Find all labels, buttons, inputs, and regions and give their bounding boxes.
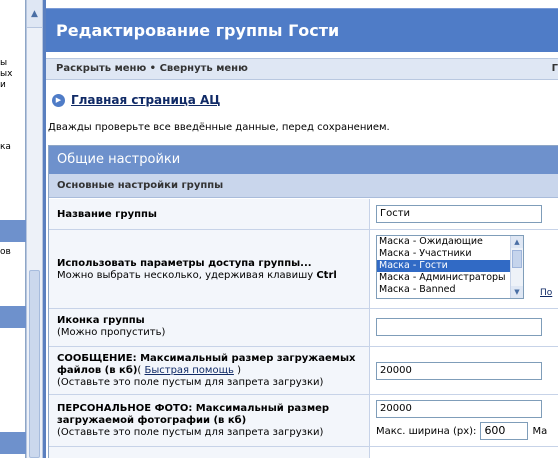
left-sidebar: ы ых и ка ов	[0, 0, 26, 458]
scroll-up-icon[interactable]: ▲	[511, 236, 523, 248]
listbox-option-selected[interactable]: Маска - Гости	[377, 260, 511, 272]
sidebar-text-fragment: ы	[0, 58, 8, 68]
expand-menu-link[interactable]: Раскрыть меню	[56, 63, 146, 74]
menu-right-fragment[interactable]: Г	[552, 59, 558, 79]
sidebar-text-fragment: ов	[0, 247, 11, 257]
listbox-option[interactable]: Маска - Ожидающие	[377, 236, 511, 248]
icon-input[interactable]	[376, 318, 542, 336]
sidebar-text-fragment: ых	[0, 69, 13, 79]
message-hint: (Оставьте это поле пустым для запрета за…	[57, 377, 324, 388]
access-listbox[interactable]: Маска - Ожидающие Маска - Участники Маск…	[376, 235, 524, 299]
icon-hint: (Можно пропустить)	[57, 327, 166, 338]
message-size-input[interactable]: 20000	[376, 362, 542, 380]
settings-panel: Общие настройки Основные настройки групп…	[48, 145, 558, 458]
ctrl-key: Ctrl	[316, 270, 337, 281]
group-name-input[interactable]: Гости	[376, 205, 542, 223]
menu-separator: •	[149, 63, 157, 74]
sidebar-scrollbar[interactable]: ▲	[26, 0, 43, 458]
page-title: Редактирование группы Гости	[46, 8, 558, 52]
play-arrow-icon: ▶	[52, 93, 65, 107]
scrollbar-thumb[interactable]	[512, 250, 522, 268]
scrollbar-thumb[interactable]	[29, 270, 40, 458]
quick-help-link[interactable]: Быстрая помощь	[145, 365, 234, 376]
section-title: Общие настройки	[49, 146, 558, 174]
photo-size-input[interactable]: 20000	[376, 400, 542, 418]
photo-hint: (Оставьте это поле пустым для запрета за…	[57, 427, 324, 438]
photo-row: ПЕРСОНАЛЬНОЕ ФОТО: Максимальный размер з…	[49, 395, 558, 447]
sidebar-section-band[interactable]	[0, 306, 26, 328]
sidebar-section-band[interactable]	[0, 220, 26, 242]
listbox-scrollbar[interactable]: ▲ ▼	[510, 236, 523, 298]
home-link-label[interactable]: Главная страница АЦ	[71, 93, 220, 107]
sidebar-section-band[interactable]	[0, 432, 26, 454]
access-side-link[interactable]: По	[540, 288, 552, 298]
save-note: Дважды проверьте все введённые данные, п…	[48, 122, 390, 133]
listbox-option[interactable]: Маска - Banned	[377, 284, 511, 296]
icon-label: Иконка группы	[57, 315, 145, 326]
menu-bar: Раскрыть меню • Свернуть меню Г	[46, 58, 558, 80]
sidebar-text-fragment: и	[0, 80, 6, 90]
photo-label: ПЕРСОНАЛЬНОЕ ФОТО: Максимальный размер з…	[57, 403, 330, 426]
access-label: Использовать параметры доступа группы...	[57, 258, 312, 269]
access-row: Использовать параметры доступа группы...…	[49, 230, 558, 309]
access-hint: Можно выбрать несколько, удерживая клави…	[57, 270, 337, 281]
message-row: СООБЩЕНИЕ: Максимальный размер загружаем…	[49, 347, 558, 395]
icon-row: Иконка группы (Можно пропустить)	[49, 309, 558, 347]
home-link[interactable]: ▶ Главная страница АЦ	[52, 93, 220, 107]
listbox-option[interactable]: Маска - Участники	[377, 248, 511, 260]
group-name-label: Название группы	[57, 209, 157, 220]
max-width-input[interactable]: 600	[480, 422, 529, 440]
next-row	[49, 447, 558, 458]
max-width-label: Макс. ширина (px):	[376, 425, 477, 437]
main-content: Редактирование группы Гости Раскрыть мен…	[46, 0, 558, 458]
listbox-option[interactable]: Маска - Администраторы	[377, 272, 511, 284]
section-subtitle: Основные настройки группы	[49, 174, 558, 198]
scroll-down-icon[interactable]: ▼	[511, 286, 523, 298]
sidebar-text-fragment: ка	[0, 142, 11, 152]
group-name-row: Название группы Гости	[49, 199, 558, 230]
max-height-fragment: Ма	[532, 425, 548, 437]
scroll-up-icon[interactable]: ▲	[27, 0, 42, 28]
collapse-menu-link[interactable]: Свернуть меню	[160, 63, 248, 74]
